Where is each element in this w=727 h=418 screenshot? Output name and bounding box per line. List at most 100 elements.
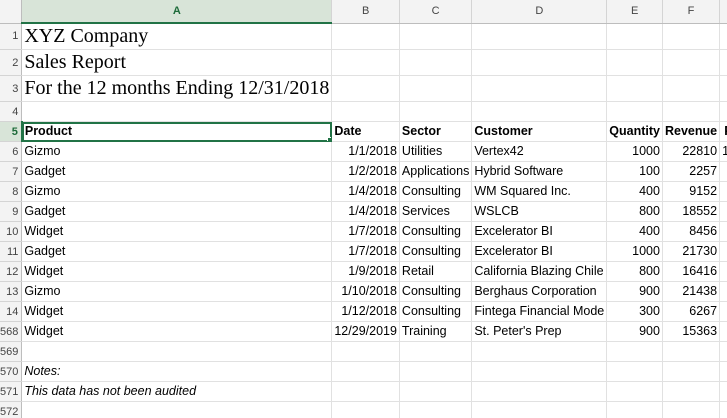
cell-a-row3[interactable]: For the 12 months Ending 12/31/2018 [21,75,333,102]
cell-f-row3[interactable] [662,75,721,102]
cell-b-row2[interactable] [331,49,400,76]
cell-c-row5[interactable]: Sector [399,121,473,142]
cell-g-row2[interactable] [719,49,727,76]
cell-c-row3[interactable] [399,75,473,102]
cell-e-row8[interactable]: 400 [606,181,663,202]
cell-d-row12[interactable]: California Blazing Chile [471,261,608,282]
cell-a-row7[interactable]: Gadget [21,161,333,182]
cell-b-row5[interactable]: Date [331,121,400,142]
cell-a-row10[interactable]: Widget [21,221,333,242]
cell-a-row11[interactable]: Gadget [21,241,333,262]
cell-g-row12[interactable]: 6776 [719,261,727,282]
column-header-d[interactable]: D [471,0,608,24]
cell-b-row568[interactable]: 12/29/2019 [331,321,400,342]
column-header-c[interactable]: C [399,0,473,24]
cell-c-row7[interactable]: Applications [399,161,473,182]
cell-a-row572[interactable] [21,401,333,418]
cell-a-row12[interactable]: Widget [21,261,333,282]
cell-d-row13[interactable]: Berghaus Corporation [471,281,608,302]
row-header[interactable]: 5 [0,121,23,142]
cell-c-row570[interactable] [399,361,473,382]
cell-a-row570[interactable]: Notes: [21,361,333,382]
cell-b-row570[interactable] [331,361,400,382]
cell-c-row4[interactable] [399,101,473,122]
cell-f-row1[interactable] [662,23,721,50]
cell-d-row2[interactable] [471,49,608,76]
row-header[interactable]: 3 [0,75,23,102]
cell-d-row10[interactable]: Excelerator BI [471,221,608,242]
cell-f-row568[interactable]: 15363 [662,321,721,342]
cell-c-row6[interactable]: Utilities [399,141,473,162]
cell-e-row12[interactable]: 800 [606,261,663,282]
cell-d-row9[interactable]: WSLCB [471,201,608,222]
cell-e-row5[interactable]: Quantity [606,121,663,142]
spreadsheet-grid[interactable]: A B C D E F G H I J 1XYZ Company2Sales R… [0,0,727,418]
cell-d-row569[interactable] [471,341,608,362]
cell-f-row4[interactable] [662,101,721,122]
cell-a-row9[interactable]: Gadget [21,201,333,222]
row-header[interactable]: 2 [0,49,23,76]
cell-c-row14[interactable]: Consulting [399,301,473,322]
cell-c-row9[interactable]: Services [399,201,473,222]
cell-d-row3[interactable] [471,75,608,102]
cell-g-row5[interactable]: Profit [719,121,727,142]
cell-f-row5[interactable]: Revenue [662,121,721,142]
cell-d-row4[interactable] [471,101,608,122]
row-header[interactable]: 9 [0,201,23,222]
cell-a-row1[interactable]: XYZ Company [21,23,333,50]
cell-f-row6[interactable]: 22810 [662,141,721,162]
cell-c-row572[interactable] [399,401,473,418]
cell-b-row7[interactable]: 1/2/2018 [331,161,400,182]
cell-d-row11[interactable]: Excelerator BI [471,241,608,262]
cell-g-row3[interactable] [719,75,727,102]
cell-f-row7[interactable]: 2257 [662,161,721,182]
cell-g-row8[interactable]: 4088 [719,181,727,202]
cell-g-row13[interactable]: 9198 [719,281,727,302]
cell-e-row6[interactable]: 1000 [606,141,663,162]
cell-b-row12[interactable]: 1/9/2018 [331,261,400,282]
cell-f-row10[interactable]: 8456 [662,221,721,242]
cell-e-row572[interactable] [606,401,663,418]
cell-f-row570[interactable] [662,361,721,382]
row-header[interactable]: 4 [0,101,23,122]
cell-d-row5[interactable]: Customer [471,121,608,142]
cell-b-row8[interactable]: 1/4/2018 [331,181,400,202]
cell-e-row1[interactable] [606,23,663,50]
select-all-corner[interactable] [0,0,23,24]
cell-d-row568[interactable]: St. Peter's Prep [471,321,608,342]
column-header-b[interactable]: B [331,0,400,24]
cell-a-row4[interactable] [21,101,333,122]
cell-g-row4[interactable] [719,101,727,122]
row-header[interactable]: 8 [0,181,23,202]
row-header[interactable]: 14 [0,301,23,322]
cell-e-row4[interactable] [606,101,663,122]
cell-e-row10[interactable]: 400 [606,221,663,242]
cell-a-row8[interactable]: Gizmo [21,181,333,202]
cell-g-row568[interactable]: 7623 [719,321,727,342]
cell-c-row571[interactable] [399,381,473,402]
cell-g-row10[interactable]: 3388 [719,221,727,242]
cell-a-row2[interactable]: Sales Report [21,49,333,76]
cell-e-row570[interactable] [606,361,663,382]
row-header[interactable]: 10 [0,221,23,242]
cell-d-row6[interactable]: Vertex42 [471,141,608,162]
cell-f-row13[interactable]: 21438 [662,281,721,302]
cell-d-row571[interactable] [471,381,608,402]
fill-handle[interactable] [327,137,331,141]
cell-e-row13[interactable]: 900 [606,281,663,302]
cell-e-row568[interactable]: 900 [606,321,663,342]
cell-b-row9[interactable]: 1/4/2018 [331,201,400,222]
cell-g-row572[interactable] [719,401,727,418]
cell-e-row7[interactable]: 100 [606,161,663,182]
cell-b-row1[interactable] [331,23,400,50]
cell-d-row7[interactable]: Hybrid Software [471,161,608,182]
cell-c-row2[interactable] [399,49,473,76]
column-header-e[interactable]: E [606,0,663,24]
cell-b-row569[interactable] [331,341,400,362]
cell-c-row569[interactable] [399,341,473,362]
cell-d-row8[interactable]: WM Squared Inc. [471,181,608,202]
cell-g-row9[interactable]: 7872 [719,201,727,222]
cell-g-row11[interactable]: 9840 [719,241,727,262]
row-header[interactable]: 570 [0,361,23,382]
cell-f-row569[interactable] [662,341,721,362]
